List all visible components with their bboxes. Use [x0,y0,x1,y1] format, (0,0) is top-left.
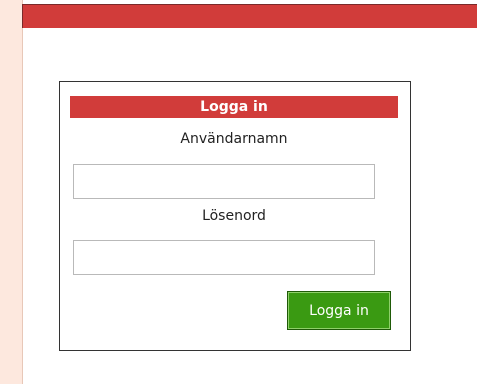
login-title: Logga in [70,96,398,118]
login-button[interactable]: Logga in [287,291,391,330]
username-label: Användarnamn [180,131,288,147]
username-field[interactable] [73,164,375,199]
password-field[interactable] [73,240,375,275]
left-margin [0,0,22,384]
password-label: Lösenord [202,208,266,224]
login-form: Logga in Användarnamn Lösenord Logga in [59,81,411,351]
header-bar [22,4,477,28]
